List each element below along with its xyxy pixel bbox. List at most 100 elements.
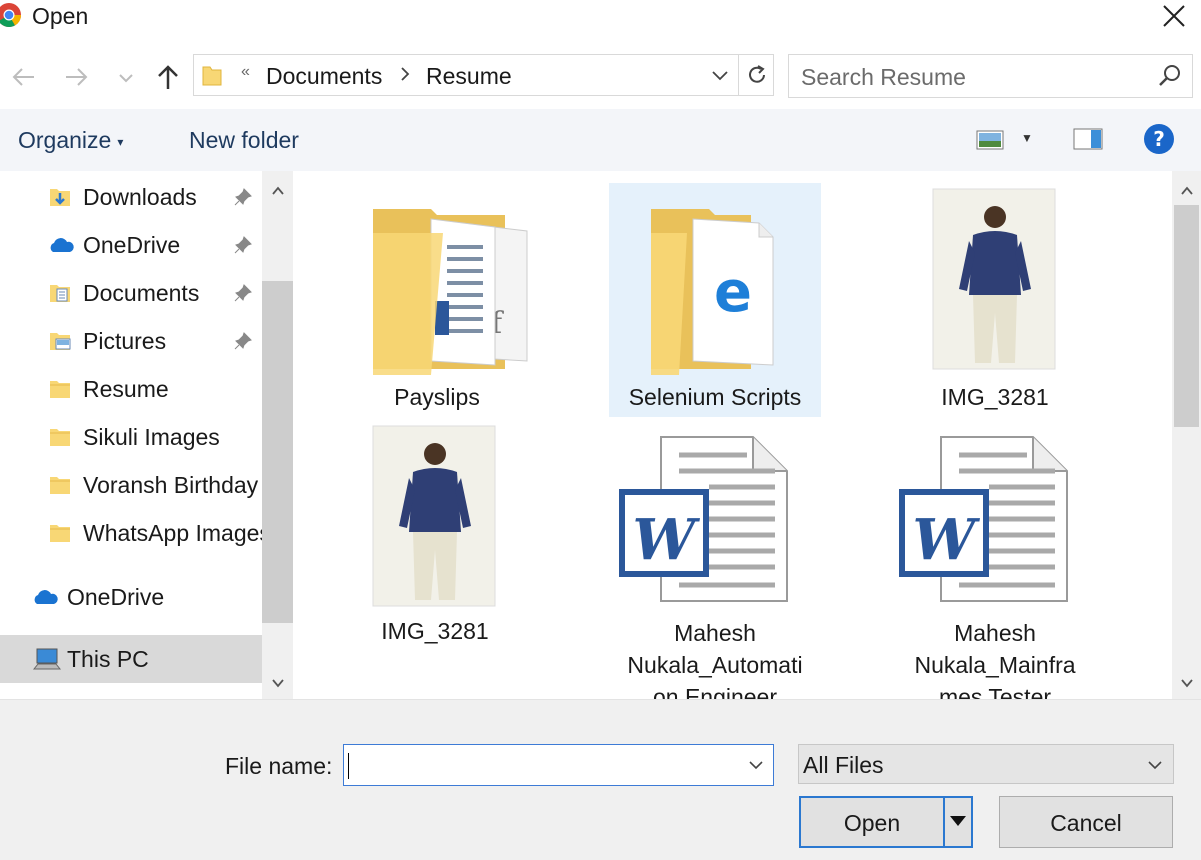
nav-item-voransh-birthday[interactable]: Voransh Birthday [0, 463, 262, 507]
preview-pane-icon[interactable] [1073, 127, 1103, 151]
file-list-scrollbar[interactable] [1172, 171, 1201, 699]
folder-edge-icon: e [651, 209, 774, 375]
onedrive-cloud-icon [34, 590, 58, 604]
scroll-down-icon[interactable] [270, 675, 286, 691]
nav-item-onedrive[interactable]: OneDrive [0, 223, 262, 267]
folder-icon [50, 381, 70, 398]
nav-scrollbar[interactable] [262, 171, 293, 699]
chevron-down-icon[interactable] [1145, 755, 1165, 775]
search-icon[interactable] [1157, 63, 1183, 89]
nav-scroll-thumb[interactable] [262, 281, 293, 623]
photo-thumbnail-icon [372, 425, 496, 607]
scroll-up-icon[interactable] [270, 183, 286, 199]
forward-icon[interactable] [62, 62, 92, 92]
open-options-arrow-icon[interactable] [949, 814, 967, 828]
chevron-right-icon[interactable] [399, 65, 411, 83]
folder-icon [50, 429, 70, 446]
file-item-img-3281[interactable]: IMG_3281 [889, 183, 1101, 417]
pin-icon[interactable] [233, 187, 253, 207]
pin-icon[interactable] [233, 235, 253, 255]
svg-text:W: W [913, 507, 981, 573]
photo-thumbnail-icon [932, 188, 1056, 370]
nav-item-label: Documents [83, 280, 200, 306]
address-bar[interactable]: « Documents Resume [193, 54, 774, 96]
cancel-label: Cancel [1050, 810, 1122, 836]
svg-text:W: W [633, 507, 701, 573]
chevron-down-icon[interactable] [710, 65, 730, 85]
pin-icon[interactable] [233, 331, 253, 351]
back-icon[interactable] [8, 62, 38, 92]
view-options-caret-icon[interactable]: ▼ [1021, 131, 1033, 145]
file-name-input[interactable] [348, 749, 738, 781]
window-title: Open [32, 3, 89, 29]
file-list: f Payslips e Selenium Scripts IMG_3281 I… [298, 171, 1172, 699]
title-bar: Open [0, 0, 1201, 34]
change-view-icon[interactable] [976, 129, 1004, 151]
folder-documents-icon: f [373, 209, 528, 375]
file-item-selenium-scripts[interactable]: e Selenium Scripts [609, 183, 821, 417]
nav-item-label: Sikuli Images [83, 424, 220, 450]
file-item-automation-engineer-doc[interactable]: W Mahesh Nukala_Automati on Engineer [609, 431, 821, 699]
file-type-select[interactable]: All Files [798, 744, 1174, 784]
folder-icon [50, 477, 70, 494]
file-name: on Engineer [652, 684, 778, 699]
file-name: IMG_3281 [381, 618, 489, 644]
file-item-img-3281[interactable]: IMG_3281 [329, 421, 541, 651]
pin-icon[interactable] [233, 283, 253, 303]
cancel-button[interactable]: Cancel [999, 796, 1173, 848]
refresh-icon [749, 65, 765, 83]
svg-text:?: ? [1153, 127, 1165, 151]
file-name-label: File name: [225, 753, 333, 779]
file-name: mes Tester [938, 684, 1052, 699]
folder-icon [202, 66, 222, 86]
onedrive-cloud-icon [50, 238, 74, 252]
nav-item-documents[interactable]: Documents [0, 271, 262, 315]
nav-item-label: This PC [67, 646, 149, 672]
recent-locations-icon[interactable] [114, 62, 138, 92]
file-name: Mahesh [674, 620, 756, 646]
file-name: Mahesh [954, 620, 1036, 646]
scroll-down-icon[interactable] [1179, 675, 1195, 691]
up-folder-icon[interactable] [153, 62, 183, 92]
word-document-icon: W [619, 436, 788, 602]
refresh-button[interactable] [738, 55, 774, 95]
chrome-icon [0, 3, 22, 27]
file-name: Payslips [394, 384, 480, 410]
organize-button[interactable]: Organize ▾ [18, 127, 123, 154]
pictures-folder-icon [50, 333, 71, 350]
split-divider [943, 798, 945, 846]
nav-item-downloads[interactable]: Downloads [0, 175, 262, 219]
file-item-mainframes-tester-doc[interactable]: W Mahesh Nukala_Mainfra mes Tester [889, 431, 1101, 699]
organize-label: Organize [18, 127, 112, 153]
nav-item-label: Downloads [83, 184, 197, 210]
nav-item-this-pc[interactable]: This PC [0, 635, 262, 683]
close-icon[interactable] [1158, 0, 1190, 32]
open-button[interactable]: Open [801, 810, 943, 837]
documents-folder-icon [50, 285, 70, 302]
search-box[interactable]: Search Resume [788, 54, 1193, 98]
nav-item-sikuli-images[interactable]: Sikuli Images [0, 415, 262, 459]
open-split-button[interactable]: Open [799, 796, 973, 848]
nav-item-pictures[interactable]: Pictures [0, 319, 262, 363]
file-scroll-thumb[interactable] [1174, 205, 1199, 427]
word-document-icon: W [899, 436, 1068, 602]
breadcrumb-resume[interactable]: Resume [426, 63, 512, 89]
breadcrumb-documents[interactable]: Documents [266, 63, 382, 89]
nav-item-whatsapp-images[interactable]: WhatsApp Images [0, 511, 262, 555]
nav-item-label: Pictures [83, 328, 167, 354]
file-name-combobox[interactable] [343, 744, 774, 786]
new-folder-button[interactable]: New folder [189, 127, 299, 154]
file-name: Nukala_Mainfra [914, 652, 1076, 678]
chevron-down-icon[interactable] [746, 755, 766, 775]
breadcrumb-overflow[interactable]: « [241, 63, 250, 81]
downloads-folder-icon [50, 189, 70, 206]
file-item-payslips[interactable]: f Payslips [331, 183, 543, 417]
caret-down-icon: ▾ [117, 134, 124, 149]
nav-item-label: Voransh Birthday [83, 472, 259, 498]
scroll-up-icon[interactable] [1179, 183, 1195, 199]
dialog-footer: File name: All Files Open Cancel [0, 699, 1201, 860]
nav-item-resume[interactable]: Resume [0, 367, 262, 411]
help-icon[interactable]: ? [1143, 123, 1175, 155]
svg-text:e: e [714, 260, 752, 325]
nav-item-onedrive-root[interactable]: OneDrive [0, 575, 262, 619]
